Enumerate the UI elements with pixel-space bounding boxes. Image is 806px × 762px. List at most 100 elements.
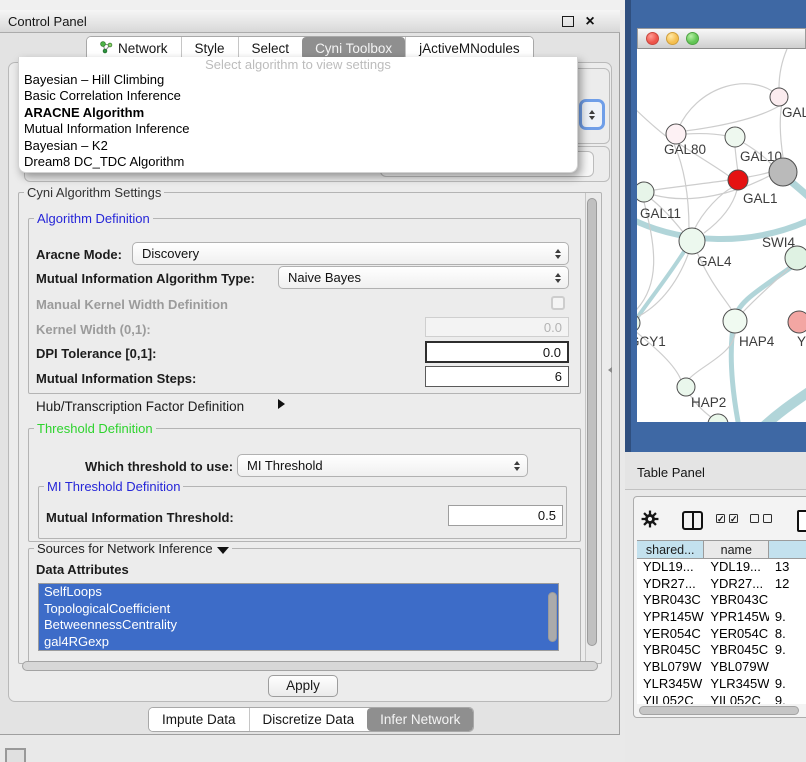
network-node[interactable]	[770, 88, 788, 106]
mi-steps-field[interactable]: 6	[425, 366, 569, 387]
network-node[interactable]	[788, 311, 806, 333]
network-edge[interactable]	[735, 147, 738, 171]
table-cell: 12	[769, 576, 806, 593]
docked-panel-chip[interactable]	[5, 748, 26, 762]
algorithm-option[interactable]: Dream8 DC_TDC Algorithm	[19, 154, 577, 170]
algorithm-option[interactable]: ARACNE Algorithm	[19, 105, 577, 121]
zoom-window-icon[interactable]	[686, 32, 699, 45]
network-canvas-svg: GALGAL80GAL10GAL1GAL11SWI4GAL4GCY1HAP4YH…	[637, 49, 806, 422]
float-window-button[interactable]	[562, 16, 574, 27]
network-node[interactable]	[679, 228, 705, 254]
algorithm-option[interactable]: Bayesian – Hill Climbing	[19, 72, 577, 88]
column-header-shared-name[interactable]: shared...	[637, 541, 704, 558]
new-table-doc-icon[interactable]	[797, 510, 806, 532]
network-edge[interactable]	[637, 247, 687, 333]
network-edge[interactable]	[637, 103, 667, 137]
apply-button[interactable]: Apply	[268, 675, 338, 697]
sources-collapse-toggle[interactable]: Sources for Network Inference	[34, 542, 232, 555]
algorithm-dropdown-list[interactable]: Select algorithm to view settings Bayesi…	[18, 57, 578, 173]
network-node[interactable]	[728, 170, 748, 190]
table-row[interactable]: YDL19...YDL19...13	[637, 559, 806, 576]
network-edge[interactable]	[779, 49, 787, 88]
table-cell: YDL19...	[637, 559, 704, 576]
close-window-icon[interactable]	[646, 32, 659, 45]
table-cell: YBR043C	[704, 592, 769, 609]
minimize-window-icon[interactable]	[666, 32, 679, 45]
table-row[interactable]: YBR045CYBR045C9.	[637, 642, 806, 659]
close-panel-button[interactable]: ×	[581, 11, 599, 32]
manual-kernel-checkbox[interactable]	[551, 296, 565, 310]
table-settings-gear-icon[interactable]	[641, 510, 659, 531]
data-attribute-item[interactable]: BetweennessCentrality	[39, 617, 558, 634]
network-edge[interactable]	[676, 84, 779, 134]
tab-impute-data-label: Impute Data	[162, 712, 236, 727]
table-hscrollbar[interactable]	[639, 706, 799, 715]
mi-threshold-field[interactable]: 0.5	[448, 505, 563, 526]
table-row[interactable]: YER054CYER054C8.	[637, 626, 806, 643]
network-canvas[interactable]: GALGAL80GAL10GAL1GAL11SWI4GAL4GCY1HAP4YH…	[637, 49, 806, 422]
tab-infer-network-label: Infer Network	[380, 712, 460, 727]
screen: Control Panel × Network Style Select Cyn…	[0, 0, 806, 762]
table-row[interactable]: YDR27...YDR27...12	[637, 576, 806, 593]
stepper-down-icon	[589, 116, 595, 120]
network-edge[interactable]	[689, 332, 735, 379]
table-row[interactable]: YIL052CYIL052C9.	[637, 693, 806, 705]
table-row[interactable]: YLR345WYLR345W9.	[637, 676, 806, 693]
table-row[interactable]: YPR145WYPR145W9.	[637, 609, 806, 626]
hub-definition-toggle[interactable]: Hub/Transcription Factor Definition	[36, 399, 244, 414]
settings-hscrollbar[interactable]	[22, 661, 598, 671]
expand-right-icon[interactable]	[278, 399, 285, 409]
network-edge[interactable]	[686, 134, 727, 136]
which-threshold-combo[interactable]: MI Threshold	[237, 454, 528, 477]
settings-scrollbar-thumb[interactable]	[587, 198, 597, 646]
network-node[interactable]	[677, 378, 695, 396]
network-node[interactable]	[723, 309, 747, 333]
table-cell: YIL052C	[704, 693, 769, 705]
algorithm-option[interactable]: Basic Correlation Inference	[19, 88, 577, 104]
algorithm-option[interactable]: Bayesian – K2	[19, 138, 577, 154]
which-threshold-value: MI Threshold	[247, 458, 323, 473]
table-cell: 8.	[769, 626, 806, 643]
unselect-all-checks-icon[interactable]	[750, 514, 772, 523]
aracne-mode-combo[interactable]: Discovery	[132, 242, 569, 265]
data-attribute-item[interactable]: TopologicalCoefficient	[39, 601, 558, 618]
table-row[interactable]: YBR043CYBR043C	[637, 592, 806, 609]
attributes-scrollbar-thumb[interactable]	[548, 592, 557, 642]
table-cell: YIL052C	[637, 693, 704, 705]
network-edge[interactable]	[654, 180, 729, 190]
network-edge[interactable]	[748, 172, 770, 177]
network-edge[interactable]	[763, 389, 806, 422]
network-node[interactable]	[666, 124, 686, 144]
network-node[interactable]	[769, 158, 797, 186]
column-header-name[interactable]: name	[704, 541, 769, 558]
network-node[interactable]	[708, 414, 728, 422]
algorithm-option[interactable]: Mutual Information Inference	[19, 121, 577, 137]
tab-jactivemnodules-label: jActiveMNodules	[419, 41, 520, 56]
data-attribute-item[interactable]: gal4RGexp	[39, 634, 558, 651]
network-node[interactable]	[637, 182, 654, 202]
manual-kernel-label: Manual Kernel Width Definition	[36, 297, 228, 312]
algorithm-definition-title: Algorithm Definition	[34, 212, 153, 225]
checked-box-icon: ✓	[716, 514, 725, 523]
mi-type-combo[interactable]: Naive Bayes	[278, 266, 569, 289]
select-all-checks-icon[interactable]: ✓ ✓	[716, 514, 738, 523]
tab-impute-data[interactable]: Impute Data	[149, 708, 249, 731]
show-columns-icon[interactable]	[682, 511, 703, 530]
kernel-width-field[interactable]: 0.0	[425, 317, 569, 337]
network-edge[interactable]	[743, 265, 792, 312]
data-attributes-list[interactable]: SelfLoopsTopologicalCoefficientBetweenne…	[38, 583, 559, 651]
data-attribute-item[interactable]: SelfLoops	[39, 584, 558, 601]
tab-infer-network[interactable]: Infer Network	[367, 708, 473, 731]
tab-select-label: Select	[252, 41, 290, 56]
network-node[interactable]	[725, 127, 745, 147]
network-edge[interactable]	[694, 187, 733, 230]
divider-collapse-arrow[interactable]	[608, 367, 612, 373]
column-header-partial[interactable]	[769, 541, 806, 558]
network-node-label: SWI4	[762, 235, 795, 250]
control-panel-title: Control Panel	[8, 13, 87, 31]
dpi-tolerance-field[interactable]: 0.0	[425, 341, 569, 363]
table-row[interactable]: YBL079WYBL079W	[637, 659, 806, 676]
tab-discretize-data[interactable]: Discretize Data	[249, 708, 368, 731]
collapse-down-icon	[217, 547, 229, 554]
algorithm-combo-stepper[interactable]	[579, 99, 605, 130]
